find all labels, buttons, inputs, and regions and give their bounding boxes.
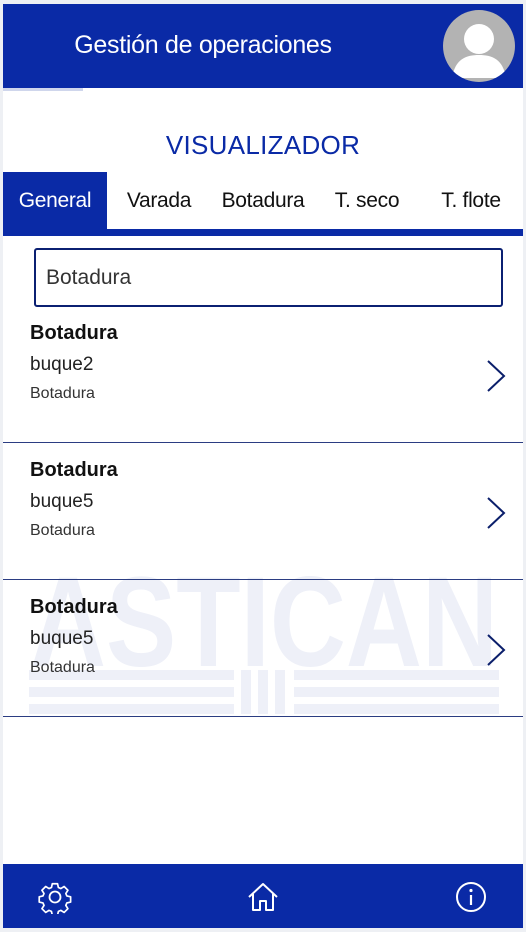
bottom-nav-bar (3, 864, 523, 928)
search-input[interactable] (34, 248, 503, 307)
tab-botadura[interactable]: Botadura (211, 172, 315, 229)
operations-list: Botadura buque2 Botadura Botadura buque5… (3, 306, 523, 717)
tab-general[interactable]: General (3, 172, 107, 229)
item-operation: Botadura (30, 385, 95, 402)
tab-t-seco[interactable]: T. seco (315, 172, 419, 229)
item-ship: buque5 (30, 628, 94, 649)
user-avatar-icon[interactable] (443, 10, 515, 82)
item-title: Botadura (30, 459, 118, 481)
tab-bar: General Varada Botadura T. seco T. flote (3, 172, 523, 229)
app-header: Gestión de operaciones (3, 4, 523, 88)
chevron-right-icon[interactable] (485, 632, 507, 668)
item-ship: buque5 (30, 491, 94, 512)
list-item[interactable]: Botadura buque5 Botadura (3, 580, 523, 717)
item-ship: buque2 (30, 354, 94, 375)
item-operation: Botadura (30, 659, 95, 676)
home-icon[interactable] (246, 880, 280, 914)
tab-underline (3, 229, 523, 236)
item-title: Botadura (30, 322, 118, 344)
chevron-right-icon[interactable] (485, 358, 507, 394)
app-window: Gestión de operaciones VISUALIZADOR Gene… (3, 4, 523, 928)
list-item[interactable]: Botadura buque2 Botadura (3, 306, 523, 443)
app-title: Gestión de operaciones (74, 31, 332, 59)
tab-t-flote[interactable]: T. flote (419, 172, 523, 229)
tab-varada[interactable]: Varada (107, 172, 211, 229)
section-title: VISUALIZADOR (165, 130, 361, 160)
item-title: Botadura (30, 596, 118, 618)
chevron-right-icon[interactable] (485, 495, 507, 531)
info-icon[interactable] (454, 880, 488, 914)
item-operation: Botadura (30, 522, 95, 539)
settings-icon[interactable] (38, 880, 72, 914)
header-shadow (3, 88, 83, 91)
list-item[interactable]: Botadura buque5 Botadura (3, 443, 523, 580)
